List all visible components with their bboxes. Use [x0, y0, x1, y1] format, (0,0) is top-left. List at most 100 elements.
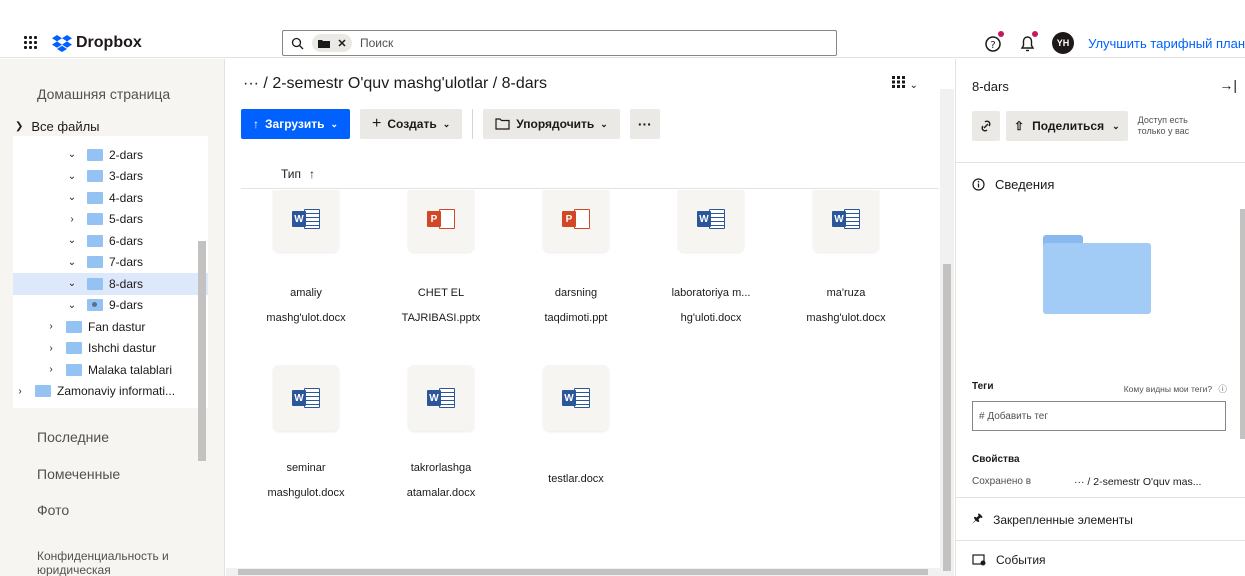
chevron-right-icon[interactable]: › [44, 343, 58, 354]
file-tile[interactable]: Wtestlar.docx [511, 190, 641, 570]
file-thumbnail[interactable]: W [678, 190, 744, 252]
chevron-down-icon[interactable]: ⌄ [65, 149, 79, 160]
help-icon[interactable]: ? [984, 31, 1005, 53]
chevron-down-icon[interactable]: ⌄ [65, 257, 79, 268]
tree-item-label: Malaka talablari [88, 362, 173, 377]
file-name-line1: takrorlashga [410, 462, 472, 474]
sidebar-item-recent[interactable]: Последние [37, 429, 109, 445]
folder-icon [87, 170, 103, 183]
activity-icon [972, 554, 986, 566]
chevron-right-icon[interactable]: › [44, 364, 58, 375]
main-scrollbar-thumb[interactable] [943, 264, 951, 571]
file-name-line1: ma'ruza [826, 287, 866, 299]
file-type-badge: P [427, 211, 441, 227]
bell-icon[interactable] [1018, 31, 1039, 53]
create-button[interactable]: + Создать ⌄ [360, 109, 463, 139]
chevron-down-icon: ⌄ [1112, 120, 1120, 131]
sidebar-scrollbar[interactable] [195, 121, 209, 471]
app-grid-icon[interactable] [24, 36, 38, 50]
view-toggle-button[interactable]: ⌄ [891, 75, 918, 91]
tree-row-partial [13, 136, 208, 144]
upload-button[interactable]: ↑ Загрузить ⌄ [241, 109, 351, 139]
folder-outline-icon [495, 118, 510, 130]
create-label: Создать [387, 117, 437, 131]
sidebar-item-all-files[interactable]: ❯ Все файлы [15, 119, 100, 134]
folder-filter-icon [318, 39, 330, 48]
file-thumbnail[interactable]: W [273, 365, 339, 431]
chevron-down-icon[interactable]: ⌄ [65, 192, 79, 203]
sidebar-item-starred[interactable]: Помеченные [37, 466, 120, 482]
sidebar-tree-item[interactable]: › Zamonaviy informati... [13, 381, 208, 403]
tree-item-label: 4-dars [109, 190, 144, 205]
file-thumbnail[interactable]: W [813, 190, 879, 252]
horizontal-scrollbar-thumb[interactable] [238, 569, 928, 575]
file-name-line1: laboratoriya m... [671, 287, 751, 299]
sidebar-tree-item[interactable]: ⌄ 4-dars [13, 187, 208, 209]
sidebar: Домашняя страница ❯ Все файлы ⌄ 2-dars ⌄ 3-… [0, 59, 225, 576]
horizontal-scrollbar[interactable] [226, 568, 940, 576]
collapse-panel-icon[interactable]: →| [1219, 77, 1237, 93]
tag-input[interactable]: # Добавить тег [972, 401, 1226, 431]
events-section[interactable]: События [972, 553, 1046, 567]
top-bar: Dropbox Поиск ? YH Улучшить тарифный пла… [0, 0, 1245, 58]
word-file-icon: W [832, 207, 860, 231]
copy-link-button[interactable] [972, 111, 1000, 141]
pinned-items-section[interactable]: 🖈 Закрепленные элементы [972, 509, 1133, 530]
share-icon: ⇧ [1014, 119, 1025, 133]
chevron-down-icon[interactable]: ❯ [15, 121, 23, 132]
file-tile[interactable]: Wseminar mashgulot.docx [241, 190, 371, 570]
file-tile[interactable]: Wlaboratoriya m... hg'uloti.docx [646, 190, 776, 570]
sidebar-tree-item[interactable]: › 5-dars [13, 209, 208, 231]
sidebar-scrollbar-thumb[interactable] [198, 241, 206, 461]
sidebar-tree-item[interactable]: › Ishchi dastur [13, 338, 208, 360]
chevron-right-icon[interactable]: › [65, 214, 79, 225]
close-icon[interactable] [338, 39, 346, 47]
folder-icon [35, 385, 51, 398]
panel-scrollbar[interactable] [1240, 209, 1245, 439]
file-type-badge: P [562, 211, 576, 227]
share-button[interactable]: ⇧ Поделиться ⌄ [1006, 111, 1128, 141]
sidebar-tree-item[interactable]: ⌄ 8-dars [13, 273, 208, 295]
sort-header[interactable]: Тип ↑ [241, 159, 939, 189]
search-filter-chip[interactable] [312, 34, 352, 52]
main-scrollbar[interactable] [940, 89, 954, 576]
sidebar-tree-item[interactable]: ⌄ 6-dars [13, 230, 208, 252]
info-section-header[interactable]: Сведения [972, 177, 1054, 192]
sidebar-tree-item[interactable]: ⌄ 3-dars [13, 166, 208, 188]
chevron-down-icon[interactable]: ⌄ [65, 278, 79, 289]
file-thumbnail[interactable]: W [543, 365, 609, 431]
dropbox-logo[interactable]: Dropbox [52, 34, 142, 52]
sidebar-tree-item[interactable]: › Malaka talablari [13, 359, 208, 381]
sidebar-item-privacy[interactable]: Конфиденциальность и юридическая [37, 549, 207, 576]
details-panel: 8-dars →| ⇧ Поделиться ⌄ Доступ есть тол… [955, 59, 1245, 576]
more-actions-button[interactable]: ··· [629, 109, 660, 139]
saved-in-path[interactable]: ··· / 2-semestr O'quv mas... [1074, 476, 1234, 488]
top-right-actions: ? YH Улучшить тарифный план [984, 30, 1245, 56]
chevron-down-icon[interactable]: ⌄ [65, 235, 79, 246]
breadcrumb[interactable]: ··· / 2-semestr O'quv mashg'ulotlar / 8-… [243, 75, 547, 93]
help-icon: ⓘ [1218, 384, 1227, 394]
chevron-right-icon[interactable]: › [13, 386, 27, 397]
sidebar-item-photos[interactable]: Фото [37, 502, 69, 518]
file-tile[interactable]: Wtakrorlashga atamalar.docx [376, 190, 506, 570]
organize-button[interactable]: Упорядочить ⌄ [483, 109, 620, 139]
tree-item-label: 5-dars [109, 212, 144, 227]
upgrade-plan-link[interactable]: Улучшить тарифный план [1088, 36, 1245, 51]
sidebar-tree-item[interactable]: ⌄ 2-dars [13, 144, 208, 166]
avatar[interactable]: YH [1052, 32, 1075, 54]
tags-label: Теги [972, 381, 994, 392]
sidebar-tree-item[interactable]: › Fan dastur [13, 316, 208, 338]
search-bar[interactable]: Поиск [282, 30, 837, 56]
events-label: События [996, 553, 1046, 567]
chevron-down-icon[interactable]: ⌄ [65, 300, 79, 311]
properties-label: Свойства [972, 454, 1020, 465]
file-thumbnail[interactable]: W [408, 365, 474, 431]
sidebar-item-home[interactable]: Домашняя страница [37, 86, 170, 102]
chevron-down-icon[interactable]: ⌄ [65, 171, 79, 182]
chevron-right-icon[interactable]: › [44, 321, 58, 332]
search-input[interactable]: Поиск [360, 36, 393, 50]
file-tile[interactable]: Wma'ruza mashg'ulot.docx [781, 190, 911, 570]
sidebar-tree-item[interactable]: ⌄ 9-dars [13, 295, 208, 317]
tags-help-link[interactable]: Кому видны мои теги? ⓘ [1124, 383, 1227, 395]
sidebar-tree-item[interactable]: ⌄ 7-dars [13, 252, 208, 274]
